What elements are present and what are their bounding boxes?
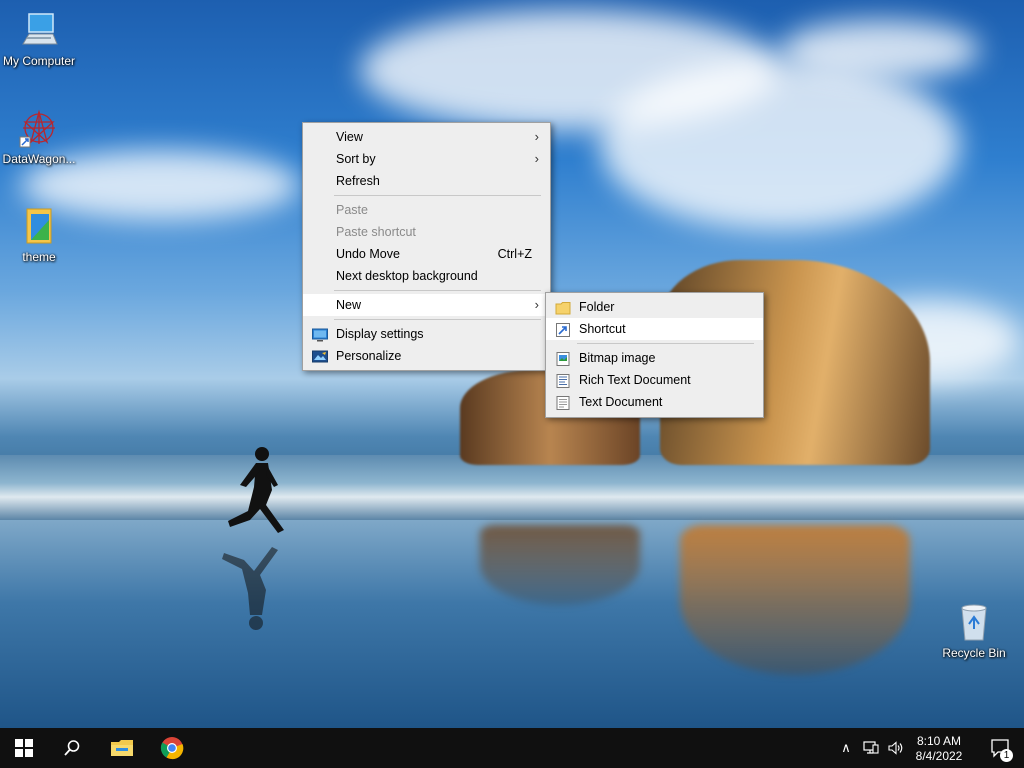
taskbar: ∧ 8:10 AM 8/4/2022 1 [0, 728, 1024, 768]
wallpaper-runner [222, 447, 284, 630]
menu-item-refresh[interactable]: Refresh [303, 170, 550, 192]
desktop-icon-label: My Computer [2, 54, 76, 68]
menu-item-label: Rich Text Document [579, 373, 691, 387]
desktop-icon-my-computer[interactable]: My Computer [0, 10, 78, 68]
menu-item-display-settings[interactable]: Display settings [303, 323, 550, 345]
clock-date: 8/4/2022 [915, 748, 963, 763]
new-submenu: Folder Shortcut Bitmap image Rich Text D… [545, 292, 764, 418]
computer-icon [19, 10, 59, 50]
search-icon [64, 740, 80, 756]
taskbar-chrome[interactable] [148, 728, 196, 768]
menu-item-label: New [336, 298, 362, 312]
notification-count-badge: 1 [1000, 749, 1013, 762]
menu-item-label: Shortcut [579, 322, 626, 336]
menu-item-sort-by[interactable]: Sort by › [303, 148, 550, 170]
chevron-up-icon: ∧ [841, 740, 851, 755]
start-button[interactable] [0, 728, 48, 768]
desktop[interactable]: My Computer DataWagon... theme Recycle B… [0, 0, 1024, 728]
app-icon [19, 108, 59, 148]
volume-tray-button[interactable] [884, 728, 908, 768]
rich-text-icon [555, 373, 571, 388]
submenu-item-folder[interactable]: Folder [546, 296, 763, 318]
display-icon [312, 327, 328, 342]
network-tray-button[interactable] [858, 728, 884, 768]
menu-item-label: Sort by [336, 152, 376, 166]
submenu-item-bitmap-image[interactable]: Bitmap image [546, 347, 763, 369]
menu-item-label: View [336, 130, 363, 144]
wallpaper-cloud [600, 60, 960, 230]
submenu-item-text-document[interactable]: Text Document [546, 391, 763, 413]
personalize-icon [312, 349, 328, 363]
show-hidden-icons-button[interactable]: ∧ [834, 728, 858, 768]
menu-item-label: Text Document [579, 395, 663, 409]
submenu-item-rich-text-document[interactable]: Rich Text Document [546, 369, 763, 391]
desktop-icon-label: theme [22, 250, 56, 264]
menu-item-label: Refresh [336, 174, 380, 188]
menu-separator [334, 290, 541, 291]
menu-item-undo-move[interactable]: Undo Move Ctrl+Z [303, 243, 550, 265]
text-document-icon [555, 395, 571, 410]
menu-item-label: Paste [336, 203, 368, 217]
menu-item-personalize[interactable]: Personalize [303, 345, 550, 367]
submenu-item-shortcut[interactable]: Shortcut [546, 318, 763, 340]
shortcut-icon [555, 322, 571, 337]
desktop-context-menu: View › Sort by › Refresh Paste Paste sho… [302, 122, 551, 371]
clock-time: 8:10 AM [916, 733, 962, 748]
chevron-right-icon: › [534, 151, 539, 166]
menu-item-paste-shortcut: Paste shortcut [303, 221, 550, 243]
menu-item-label: Folder [579, 300, 615, 314]
menu-item-label: Paste shortcut [336, 225, 416, 239]
wallpaper-cloud [780, 20, 980, 80]
desktop-icon-recycle-bin[interactable]: Recycle Bin [935, 602, 1013, 660]
volume-icon [888, 741, 903, 755]
menu-item-label: Bitmap image [579, 351, 656, 365]
bitmap-icon [555, 351, 571, 366]
folder-file-icon [19, 206, 59, 246]
wallpaper-rock-reflection [680, 525, 910, 675]
search-button[interactable] [48, 728, 96, 768]
desktop-icon-datawagon[interactable]: DataWagon... [0, 108, 78, 166]
recycle-bin-icon [954, 602, 994, 642]
menu-separator [577, 343, 754, 344]
windows-logo-icon [15, 739, 33, 757]
taskbar-file-explorer[interactable] [98, 728, 146, 768]
folder-icon [555, 300, 571, 315]
menu-item-label: Display settings [336, 327, 424, 341]
desktop-icon-label: DataWagon... [2, 152, 76, 166]
desktop-icon-label: Recycle Bin [942, 646, 1006, 660]
menu-item-label: Next desktop background [336, 269, 478, 283]
chevron-right-icon: › [534, 129, 539, 144]
clock-button[interactable]: 8:10 AM 8/4/2022 [906, 728, 972, 768]
action-center-button[interactable]: 1 [976, 728, 1024, 768]
menu-item-view[interactable]: View › [303, 126, 550, 148]
menu-item-paste: Paste [303, 199, 550, 221]
menu-separator [334, 319, 541, 320]
chrome-icon [160, 737, 184, 760]
chevron-right-icon: › [534, 297, 539, 312]
network-icon [863, 741, 879, 754]
menu-item-new[interactable]: New › [303, 294, 550, 316]
menu-separator [334, 195, 541, 196]
menu-item-label: Personalize [336, 349, 402, 363]
file-explorer-icon [111, 740, 133, 756]
menu-item-next-desktop-background[interactable]: Next desktop background [303, 265, 550, 287]
wallpaper-sea [0, 455, 1024, 525]
desktop-icon-theme[interactable]: theme [0, 206, 78, 264]
keyboard-shortcut: Ctrl+Z [497, 247, 532, 261]
menu-item-label: Undo Move [336, 247, 400, 261]
wallpaper-rock-reflection [480, 525, 640, 605]
